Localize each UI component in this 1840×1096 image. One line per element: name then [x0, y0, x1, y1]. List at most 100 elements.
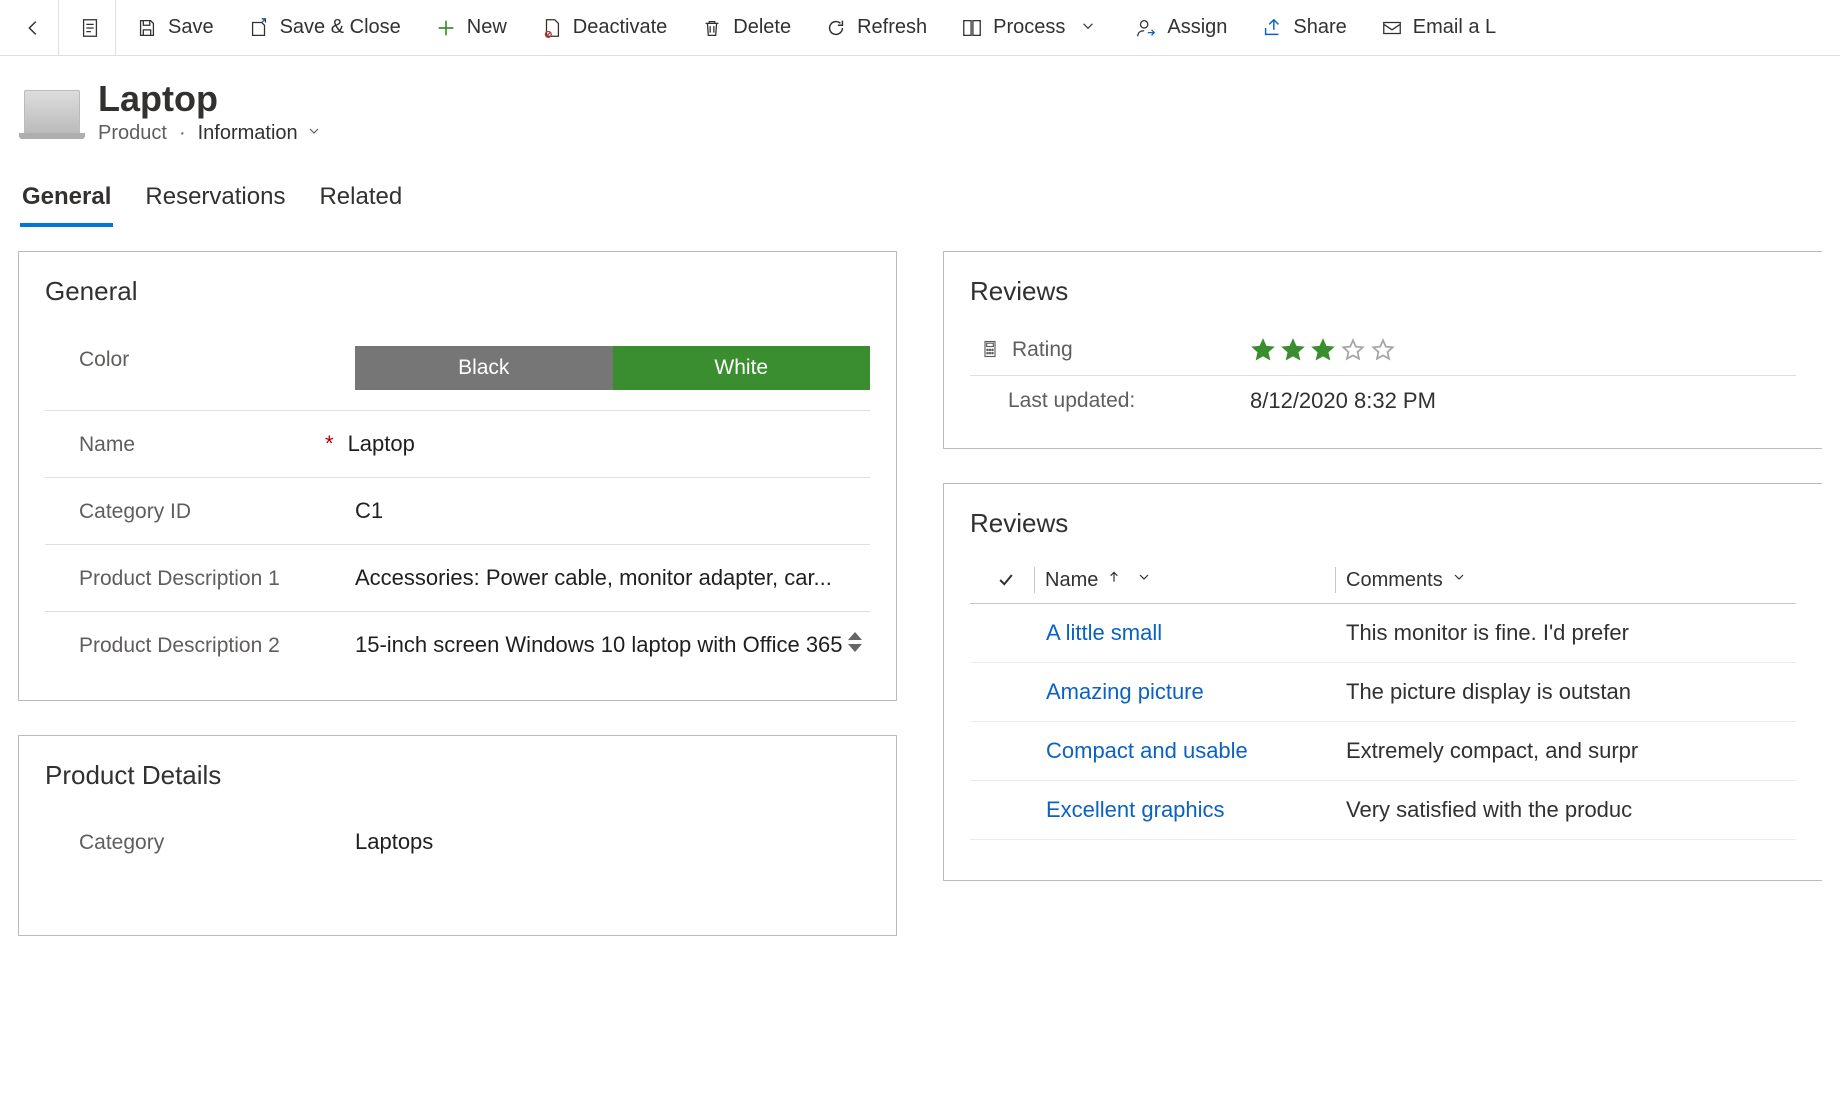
section-title: General — [45, 276, 870, 307]
arrow-left-icon — [22, 17, 44, 39]
form-tabs: General Reservations Related — [0, 153, 1840, 227]
save-icon — [136, 17, 158, 39]
reviews-list-section: Reviews Name Comments — [943, 483, 1822, 881]
column-header-comments[interactable]: Comments — [1346, 569, 1796, 592]
review-name-link[interactable]: A little small — [1046, 620, 1346, 646]
last-updated-label: Last updated: — [1008, 389, 1135, 413]
entity-label: Product — [98, 122, 167, 145]
table-row[interactable]: Excellent graphicsVery satisfied with th… — [970, 781, 1796, 840]
chevron-down-icon — [1079, 17, 1101, 39]
tab-general[interactable]: General — [20, 177, 113, 227]
desc2-label: Product Description 2 — [45, 632, 325, 658]
sort-asc-icon — [1106, 569, 1128, 591]
review-comment: Extremely compact, and surpr — [1346, 738, 1796, 764]
table-row[interactable]: Amazing pictureThe picture display is ou… — [970, 663, 1796, 722]
mail-icon — [1381, 17, 1403, 39]
select-all-checkbox[interactable] — [970, 570, 1024, 590]
chevron-down-icon — [848, 644, 862, 652]
chevron-up-icon — [848, 632, 862, 640]
left-column: General Color Black White Name * Laptop … — [18, 251, 897, 936]
category-id-field[interactable]: C1 — [355, 498, 870, 524]
table-row[interactable]: Compact and usableExtremely compact, and… — [970, 722, 1796, 781]
delete-label: Delete — [733, 16, 791, 39]
section-title: Reviews — [970, 276, 1796, 307]
column-divider — [1034, 567, 1035, 593]
share-icon — [1261, 17, 1283, 39]
process-icon — [961, 17, 983, 39]
rating-stars — [1250, 337, 1796, 363]
form-selector[interactable]: Information — [198, 122, 328, 145]
desc1-field[interactable]: Accessories: Power cable, monitor adapte… — [355, 565, 870, 591]
new-button[interactable]: New — [421, 8, 521, 47]
desc2-spinner[interactable] — [848, 632, 870, 652]
star-empty-icon — [1370, 337, 1396, 363]
category-id-label: Category ID — [45, 498, 325, 524]
form-body: General Color Black White Name * Laptop … — [0, 227, 1840, 936]
save-close-button[interactable]: Save & Close — [234, 8, 415, 47]
assign-button[interactable]: Assign — [1121, 8, 1241, 47]
separator-dot: · — [179, 122, 186, 145]
trash-icon — [701, 17, 723, 39]
pd-category-field[interactable]: Laptops — [355, 829, 870, 855]
share-label: Share — [1293, 16, 1346, 39]
color-label: Color — [45, 346, 325, 372]
review-comment: The picture display is outstan — [1346, 679, 1796, 705]
email-link-button[interactable]: Email a L — [1367, 8, 1510, 47]
save-label: Save — [168, 16, 214, 39]
review-name-link[interactable]: Compact and usable — [1046, 738, 1346, 764]
desc1-label: Product Description 1 — [45, 565, 325, 591]
refresh-button[interactable]: Refresh — [811, 8, 941, 47]
page-title: Laptop — [98, 78, 328, 120]
reviews-table-header: Name Comments — [970, 557, 1796, 604]
tab-related[interactable]: Related — [317, 177, 404, 227]
deactivate-icon — [541, 17, 563, 39]
process-button[interactable]: Process — [947, 8, 1115, 47]
chevron-down-icon — [306, 123, 328, 145]
save-button[interactable]: Save — [122, 8, 228, 47]
tab-reservations[interactable]: Reservations — [143, 177, 287, 227]
review-comment: Very satisfied with the produc — [1346, 797, 1796, 823]
record-header: Laptop Product · Information — [0, 56, 1840, 153]
color-option-white[interactable]: White — [613, 346, 871, 390]
plus-icon — [435, 17, 457, 39]
deactivate-button[interactable]: Deactivate — [527, 8, 682, 47]
column-name-label: Name — [1045, 569, 1098, 592]
deactivate-label: Deactivate — [573, 16, 668, 39]
panel-toggle-button[interactable] — [65, 0, 116, 56]
last-updated-value: 8/12/2020 8:32 PM — [1250, 388, 1796, 414]
right-column: Reviews Rating Last updated: 8/12/2020 8… — [943, 251, 1822, 936]
review-name-link[interactable]: Excellent graphics — [1046, 797, 1346, 823]
column-header-name[interactable]: Name — [1045, 569, 1325, 592]
delete-button[interactable]: Delete — [687, 8, 805, 47]
email-link-label: Email a L — [1413, 16, 1496, 39]
form-icon — [79, 17, 101, 39]
assign-icon — [1135, 17, 1157, 39]
product-thumbnail — [24, 90, 80, 134]
refresh-label: Refresh — [857, 16, 927, 39]
reviews-summary-section: Reviews Rating Last updated: 8/12/2020 8… — [943, 251, 1822, 449]
star-filled-icon — [1310, 337, 1336, 363]
name-label: Name — [45, 431, 325, 457]
star-empty-icon — [1340, 337, 1366, 363]
chevron-down-icon — [1451, 569, 1473, 591]
reviews-table-body: A little smallThis monitor is fine. I'd … — [970, 604, 1796, 840]
review-name-link[interactable]: Amazing picture — [1046, 679, 1346, 705]
calculator-icon — [980, 339, 1002, 361]
chevron-down-icon — [1136, 569, 1158, 591]
star-filled-icon — [1250, 337, 1276, 363]
share-button[interactable]: Share — [1247, 8, 1360, 47]
column-divider — [1335, 567, 1336, 593]
review-comment: This monitor is fine. I'd prefer — [1346, 620, 1796, 646]
form-name: Information — [198, 122, 298, 145]
process-label: Process — [993, 16, 1065, 39]
rating-label: Rating — [1012, 338, 1073, 362]
name-field[interactable]: Laptop — [348, 431, 870, 457]
table-row[interactable]: A little smallThis monitor is fine. I'd … — [970, 604, 1796, 663]
back-button[interactable] — [8, 0, 59, 56]
save-close-icon — [248, 17, 270, 39]
save-close-label: Save & Close — [280, 16, 401, 39]
color-optionset[interactable]: Black White — [355, 346, 870, 390]
column-comments-label: Comments — [1346, 569, 1443, 592]
desc2-field[interactable]: 15-inch screen Windows 10 laptop with Of… — [355, 632, 848, 658]
color-option-black[interactable]: Black — [355, 346, 613, 390]
